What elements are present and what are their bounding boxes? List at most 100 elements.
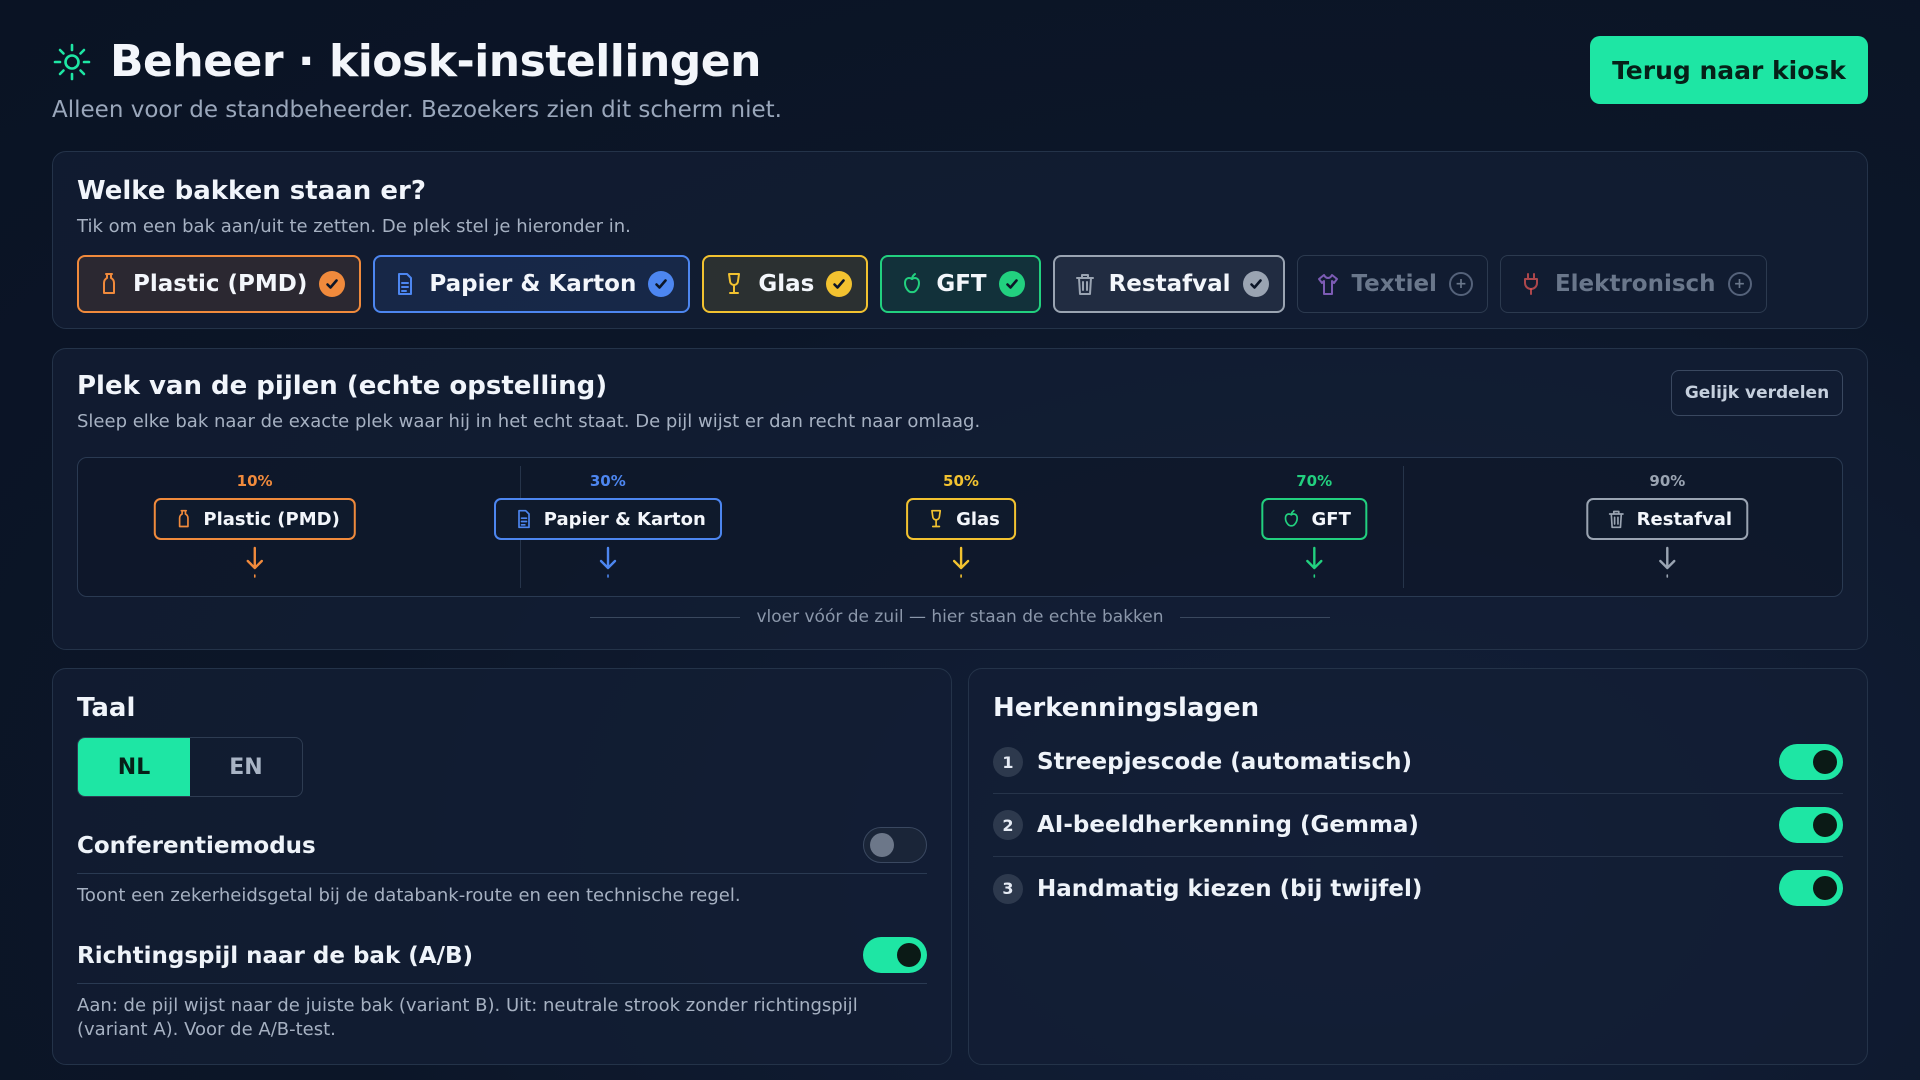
check-icon: [826, 271, 853, 297]
bin-chips: Plastic (PMD) Papier & Karton Glas GFT Resta…: [77, 255, 1843, 313]
bin-chip-label: Textiel: [1351, 271, 1437, 297]
bin-chip-label: Glas: [758, 271, 815, 297]
bin-position-marker: 30% Papier & Karton: [493, 458, 722, 580]
arrow-down-icon: [246, 546, 263, 578]
bins-card: Welke bakken staan er? Tik om een bak aa…: [52, 151, 1868, 329]
distribute-evenly-button[interactable]: Gelijk verdelen: [1671, 370, 1843, 416]
language-option-en[interactable]: EN: [190, 738, 302, 796]
layers-list: 1 Streepjescode (automatisch) 2 AI-beeld…: [993, 731, 1843, 920]
bins-title: Welke bakken staan er?: [77, 176, 426, 206]
position-percent: 10%: [236, 472, 273, 490]
document-icon: [398, 273, 413, 295]
arrow-down-icon: [1305, 546, 1323, 578]
toggle-knob: [870, 833, 894, 857]
layer-number: 3: [993, 873, 1023, 904]
layer-item: 1 Streepjescode (automatisch): [993, 731, 1843, 794]
divider: [77, 983, 927, 985]
document-icon: [517, 509, 530, 529]
bin-position-marker: 90% Restafval: [1586, 458, 1749, 580]
layer-item: 2 AI-beeldherkenning (Gemma): [993, 794, 1843, 857]
bins-hint: Tik om een bak aan/uit te zetten. De ple…: [77, 216, 631, 237]
apple-icon: [904, 273, 921, 294]
conference-mode-setting: Conferentiemodus Toont een zekerheidsget…: [77, 827, 927, 907]
draggable-bin-chip[interactable]: Papier & Karton: [493, 498, 722, 540]
position-percent: 50%: [943, 472, 979, 490]
direction-arrow-title: Richtingspijl naar de bak (A/B): [77, 943, 474, 970]
bin-chip-label: Elektronisch: [1554, 271, 1716, 297]
layer-manual-toggle[interactable]: [1779, 870, 1843, 906]
arrows-hint: Sleep elke bak naar de exacte plek waar …: [77, 411, 981, 432]
arrow-placement-track: 10% Plastic (PMD) 30% Papier & Karton 50% Gla…: [77, 457, 1843, 597]
layer-ai-toggle[interactable]: [1779, 807, 1843, 843]
marker-label: Papier & Karton: [543, 508, 706, 530]
position-percent: 70%: [1296, 472, 1333, 490]
apple-icon: [1284, 509, 1299, 527]
bin-chip-label: GFT: [936, 271, 987, 297]
glass-icon: [728, 273, 741, 294]
page-title: Beheer · kiosk-instellingen: [110, 36, 761, 87]
bin-chip[interactable]: Papier & Karton: [373, 255, 691, 313]
conference-mode-title: Conferentiemodus: [77, 833, 316, 859]
draggable-bin-chip[interactable]: Plastic (PMD): [153, 498, 356, 540]
floor-label: vloer vóór de zuil — hier staan de echte…: [756, 607, 1164, 627]
layer-number: 1: [993, 747, 1023, 777]
language-option-nl[interactable]: NL: [78, 738, 190, 796]
trash-icon: [1075, 274, 1094, 295]
marker-label: Restafval: [1636, 508, 1733, 530]
layer-barcode-toggle[interactable]: [1779, 744, 1843, 780]
conference-mode-toggle[interactable]: [863, 827, 927, 863]
direction-arrow-desc: Aan: de pijl wijst naar de juiste bak (v…: [77, 995, 858, 1040]
bin-chip-label: Papier & Karton: [429, 271, 637, 297]
bin-position-marker: 50% Glas: [906, 458, 1016, 580]
layers-title: Herkenningslagen: [993, 693, 1260, 723]
draggable-bin-chip[interactable]: GFT: [1261, 498, 1367, 540]
check-icon: [648, 271, 675, 297]
glass-icon: [931, 509, 942, 528]
bin-chip[interactable]: Glas: [702, 255, 869, 313]
plug-icon: [1523, 273, 1538, 295]
language-switch: NL EN: [77, 737, 303, 797]
check-icon: [319, 271, 346, 297]
plus-icon: +: [1448, 272, 1473, 296]
recognition-layers-card: Herkenningslagen 1 Streepjescode (automa…: [968, 668, 1868, 1065]
check-icon: [998, 271, 1025, 297]
plus-icon: +: [1727, 272, 1752, 296]
toggle-knob: [1813, 750, 1837, 774]
draggable-bin-chip[interactable]: Restafval: [1586, 498, 1749, 540]
direction-arrow-toggle[interactable]: [863, 937, 927, 974]
arrow-down-icon: [1659, 546, 1676, 578]
divider: [590, 616, 741, 618]
position-percent: 90%: [1649, 472, 1686, 490]
draggable-bin-chip[interactable]: Glas: [906, 498, 1016, 540]
back-to-kiosk-button[interactable]: Terug naar kiosk: [1590, 36, 1868, 104]
bin-position-marker: 10% Plastic (PMD): [153, 458, 356, 580]
bin-chip[interactable]: Elektronisch +: [1499, 255, 1767, 313]
direction-arrow-setting: Richtingspijl naar de bak (A/B) Aan: de …: [77, 937, 927, 1041]
trash-icon: [1609, 510, 1625, 529]
page-header: Beheer · kiosk-instellingen Alleen voor …: [52, 36, 1868, 136]
language-card: Taal NL EN Conferentiemodus Toont een ze…: [52, 668, 952, 1065]
divider: [77, 873, 927, 874]
layer-label: Handmatig kiezen (bij twijfel): [1037, 875, 1423, 902]
sun-icon: [53, 43, 91, 80]
arrow-down-icon: [599, 546, 616, 578]
layer-number: 2: [993, 810, 1023, 840]
toggle-knob: [897, 943, 921, 968]
marker-label: GFT: [1311, 508, 1351, 530]
bin-chip[interactable]: Restafval: [1052, 255, 1285, 313]
bin-chip[interactable]: GFT: [880, 255, 1041, 313]
layer-item: 3 Handmatig kiezen (bij twijfel): [993, 857, 1843, 920]
bin-chip-label: Restafval: [1108, 271, 1231, 297]
bin-chip[interactable]: Plastic (PMD): [77, 255, 362, 313]
track-divider: [1403, 466, 1404, 588]
toggle-knob: [1813, 876, 1837, 900]
conference-mode-desc: Toont een zekerheidsgetal bij de databan…: [77, 885, 741, 906]
arrows-card: Plek van de pijlen (echte opstelling) Sl…: [52, 348, 1868, 650]
layer-label: Streepjescode (automatisch): [1037, 749, 1413, 775]
layer-label: AI-beeldherkenning (Gemma): [1037, 812, 1419, 838]
divider: [1179, 616, 1330, 618]
shirt-icon: [1317, 274, 1338, 295]
language-title: Taal: [77, 693, 136, 723]
bin-chip[interactable]: Textiel +: [1296, 255, 1488, 313]
marker-label: Plastic (PMD): [203, 508, 340, 530]
